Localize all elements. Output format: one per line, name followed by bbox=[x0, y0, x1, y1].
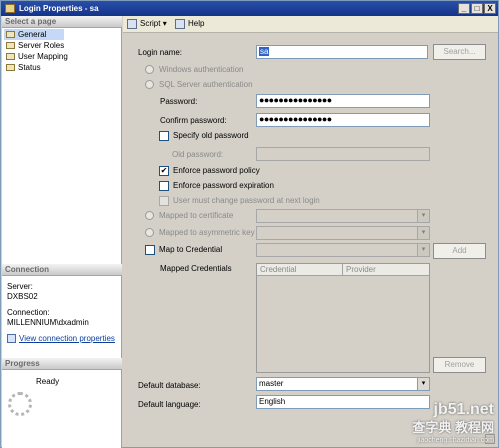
specify-old-password-label: Specify old password bbox=[173, 131, 249, 140]
page-item-label: Status bbox=[18, 63, 41, 72]
windows-auth-label: Windows authentication bbox=[159, 65, 244, 74]
server-value: DXBS02 bbox=[7, 292, 38, 301]
page-item-label: General bbox=[18, 30, 47, 39]
mapped-asymmetric-key-radio[interactable] bbox=[145, 228, 154, 237]
watermark-site: jb51.net bbox=[433, 401, 494, 418]
must-change-password-label: User must change password at next login bbox=[173, 196, 320, 205]
help-label: Help bbox=[188, 19, 205, 28]
asymmetric-key-dropdown[interactable]: ▾ bbox=[256, 226, 430, 240]
password-label: Password: bbox=[160, 97, 198, 106]
must-change-password-checkbox[interactable] bbox=[159, 196, 169, 206]
connection-label: Connection: bbox=[7, 308, 50, 317]
confirm-password-input[interactable]: ●●●●●●●●●●●●●●● bbox=[256, 113, 430, 127]
page-item-label: Server Roles bbox=[18, 41, 65, 50]
password-input[interactable]: ●●●●●●●●●●●●●●● bbox=[256, 94, 430, 108]
page-item-status[interactable]: Status bbox=[4, 62, 41, 73]
minimize-button[interactable]: _ bbox=[458, 3, 470, 14]
progress-spinner-icon bbox=[8, 392, 32, 416]
help-icon bbox=[175, 19, 185, 29]
page-icon bbox=[6, 42, 15, 49]
search-button[interactable]: Search... bbox=[433, 44, 486, 60]
page-item-general[interactable]: General bbox=[4, 29, 64, 40]
watermark-url: jiaocheng.chazidian.com bbox=[417, 437, 494, 444]
chevron-down-icon: ▾ bbox=[417, 210, 429, 222]
watermark-cn: 查字典 教程网 bbox=[412, 420, 494, 435]
sql-auth-label: SQL Server authentication bbox=[159, 80, 253, 89]
old-password-input[interactable] bbox=[256, 147, 430, 161]
chevron-down-icon: ▾ bbox=[417, 378, 429, 390]
page-item-label: User Mapping bbox=[18, 52, 68, 61]
chevron-down-icon: ▾ bbox=[417, 244, 429, 256]
chevron-down-icon: ▾ bbox=[417, 227, 429, 239]
default-language-dropdown[interactable]: English bbox=[256, 395, 430, 409]
login-properties-window: Login Properties - sa _ □ X Select a pag… bbox=[0, 0, 499, 448]
window-title: Login Properties - sa bbox=[19, 4, 99, 13]
mapped-credentials-grid[interactable]: Credential Provider bbox=[256, 263, 430, 373]
script-dropdown-arrow-icon[interactable]: ▾ bbox=[163, 19, 167, 28]
default-language-value: English bbox=[259, 397, 286, 406]
title-bar[interactable]: Login Properties - sa _ □ X bbox=[1, 1, 498, 16]
page-item-user-mapping[interactable]: User Mapping bbox=[4, 51, 68, 62]
toolbar: Script ▾ Help bbox=[123, 16, 498, 33]
login-name-input[interactable]: sa bbox=[256, 45, 428, 59]
enforce-password-expiration-label: Enforce password expiration bbox=[173, 181, 274, 190]
enforce-password-policy-label: Enforce password policy bbox=[173, 166, 260, 175]
remove-credential-button[interactable]: Remove bbox=[433, 357, 486, 373]
progress-header: Progress bbox=[2, 358, 122, 370]
properties-icon bbox=[7, 334, 16, 343]
general-page-panel: Login name: sa Search... Windows authent… bbox=[123, 33, 498, 447]
watermark: jb51.net 查字典 教程网 jiaocheng.chazidian.com bbox=[412, 401, 494, 445]
grid-column-credential[interactable]: Credential bbox=[257, 264, 343, 276]
progress-status: Ready bbox=[36, 377, 60, 386]
connection-header: Connection bbox=[2, 264, 122, 276]
mapped-asymmetric-key-label: Mapped to asymmetric key bbox=[159, 228, 255, 237]
server-label: Server: bbox=[7, 282, 33, 291]
enforce-password-policy-checkbox[interactable]: ✔ bbox=[159, 166, 169, 176]
page-item-server-roles[interactable]: Server Roles bbox=[4, 40, 64, 51]
mapped-certificate-label: Mapped to certificate bbox=[159, 211, 234, 220]
login-name-value: sa bbox=[259, 47, 270, 56]
default-database-value: master bbox=[259, 379, 284, 388]
script-icon bbox=[127, 19, 137, 29]
select-page-header: Select a page bbox=[2, 16, 122, 28]
login-name-label: Login name: bbox=[138, 48, 183, 57]
confirm-password-label: Confirm password: bbox=[160, 116, 227, 125]
certificate-dropdown[interactable]: ▾ bbox=[256, 209, 430, 223]
script-button[interactable]: Script ▾ bbox=[127, 18, 167, 30]
connection-value: MILLENNIUM\dxadmin bbox=[7, 318, 89, 327]
map-to-credential-checkbox[interactable] bbox=[145, 245, 155, 255]
view-connection-properties-link[interactable]: View connection properties bbox=[7, 334, 115, 343]
credential-dropdown[interactable]: ▾ bbox=[256, 243, 430, 257]
link-label: View connection properties bbox=[19, 334, 115, 343]
specify-old-password-checkbox[interactable] bbox=[159, 131, 169, 141]
default-language-label: Default language: bbox=[138, 400, 201, 409]
maximize-button[interactable]: □ bbox=[471, 3, 483, 14]
left-pane: Select a page General Server Roles User … bbox=[2, 16, 122, 448]
windows-auth-radio[interactable] bbox=[145, 65, 154, 74]
sql-auth-radio[interactable] bbox=[145, 80, 154, 89]
help-button[interactable]: Help bbox=[175, 18, 204, 30]
mapped-certificate-radio[interactable] bbox=[145, 211, 154, 220]
default-database-dropdown[interactable]: master ▾ bbox=[256, 377, 430, 391]
default-database-label: Default database: bbox=[138, 381, 201, 390]
add-credential-button[interactable]: Add bbox=[433, 243, 486, 259]
grid-column-provider[interactable]: Provider bbox=[343, 264, 429, 276]
script-label: Script bbox=[140, 19, 161, 28]
map-to-credential-label: Map to Credential bbox=[159, 245, 223, 254]
enforce-password-expiration-checkbox[interactable] bbox=[159, 181, 169, 191]
close-button[interactable]: X bbox=[484, 3, 496, 14]
page-icon bbox=[6, 53, 15, 60]
app-icon bbox=[5, 4, 15, 13]
page-icon bbox=[6, 31, 15, 38]
old-password-label: Old password: bbox=[172, 150, 224, 159]
page-icon bbox=[6, 64, 15, 71]
mapped-credentials-label: Mapped Credentials bbox=[160, 264, 232, 273]
